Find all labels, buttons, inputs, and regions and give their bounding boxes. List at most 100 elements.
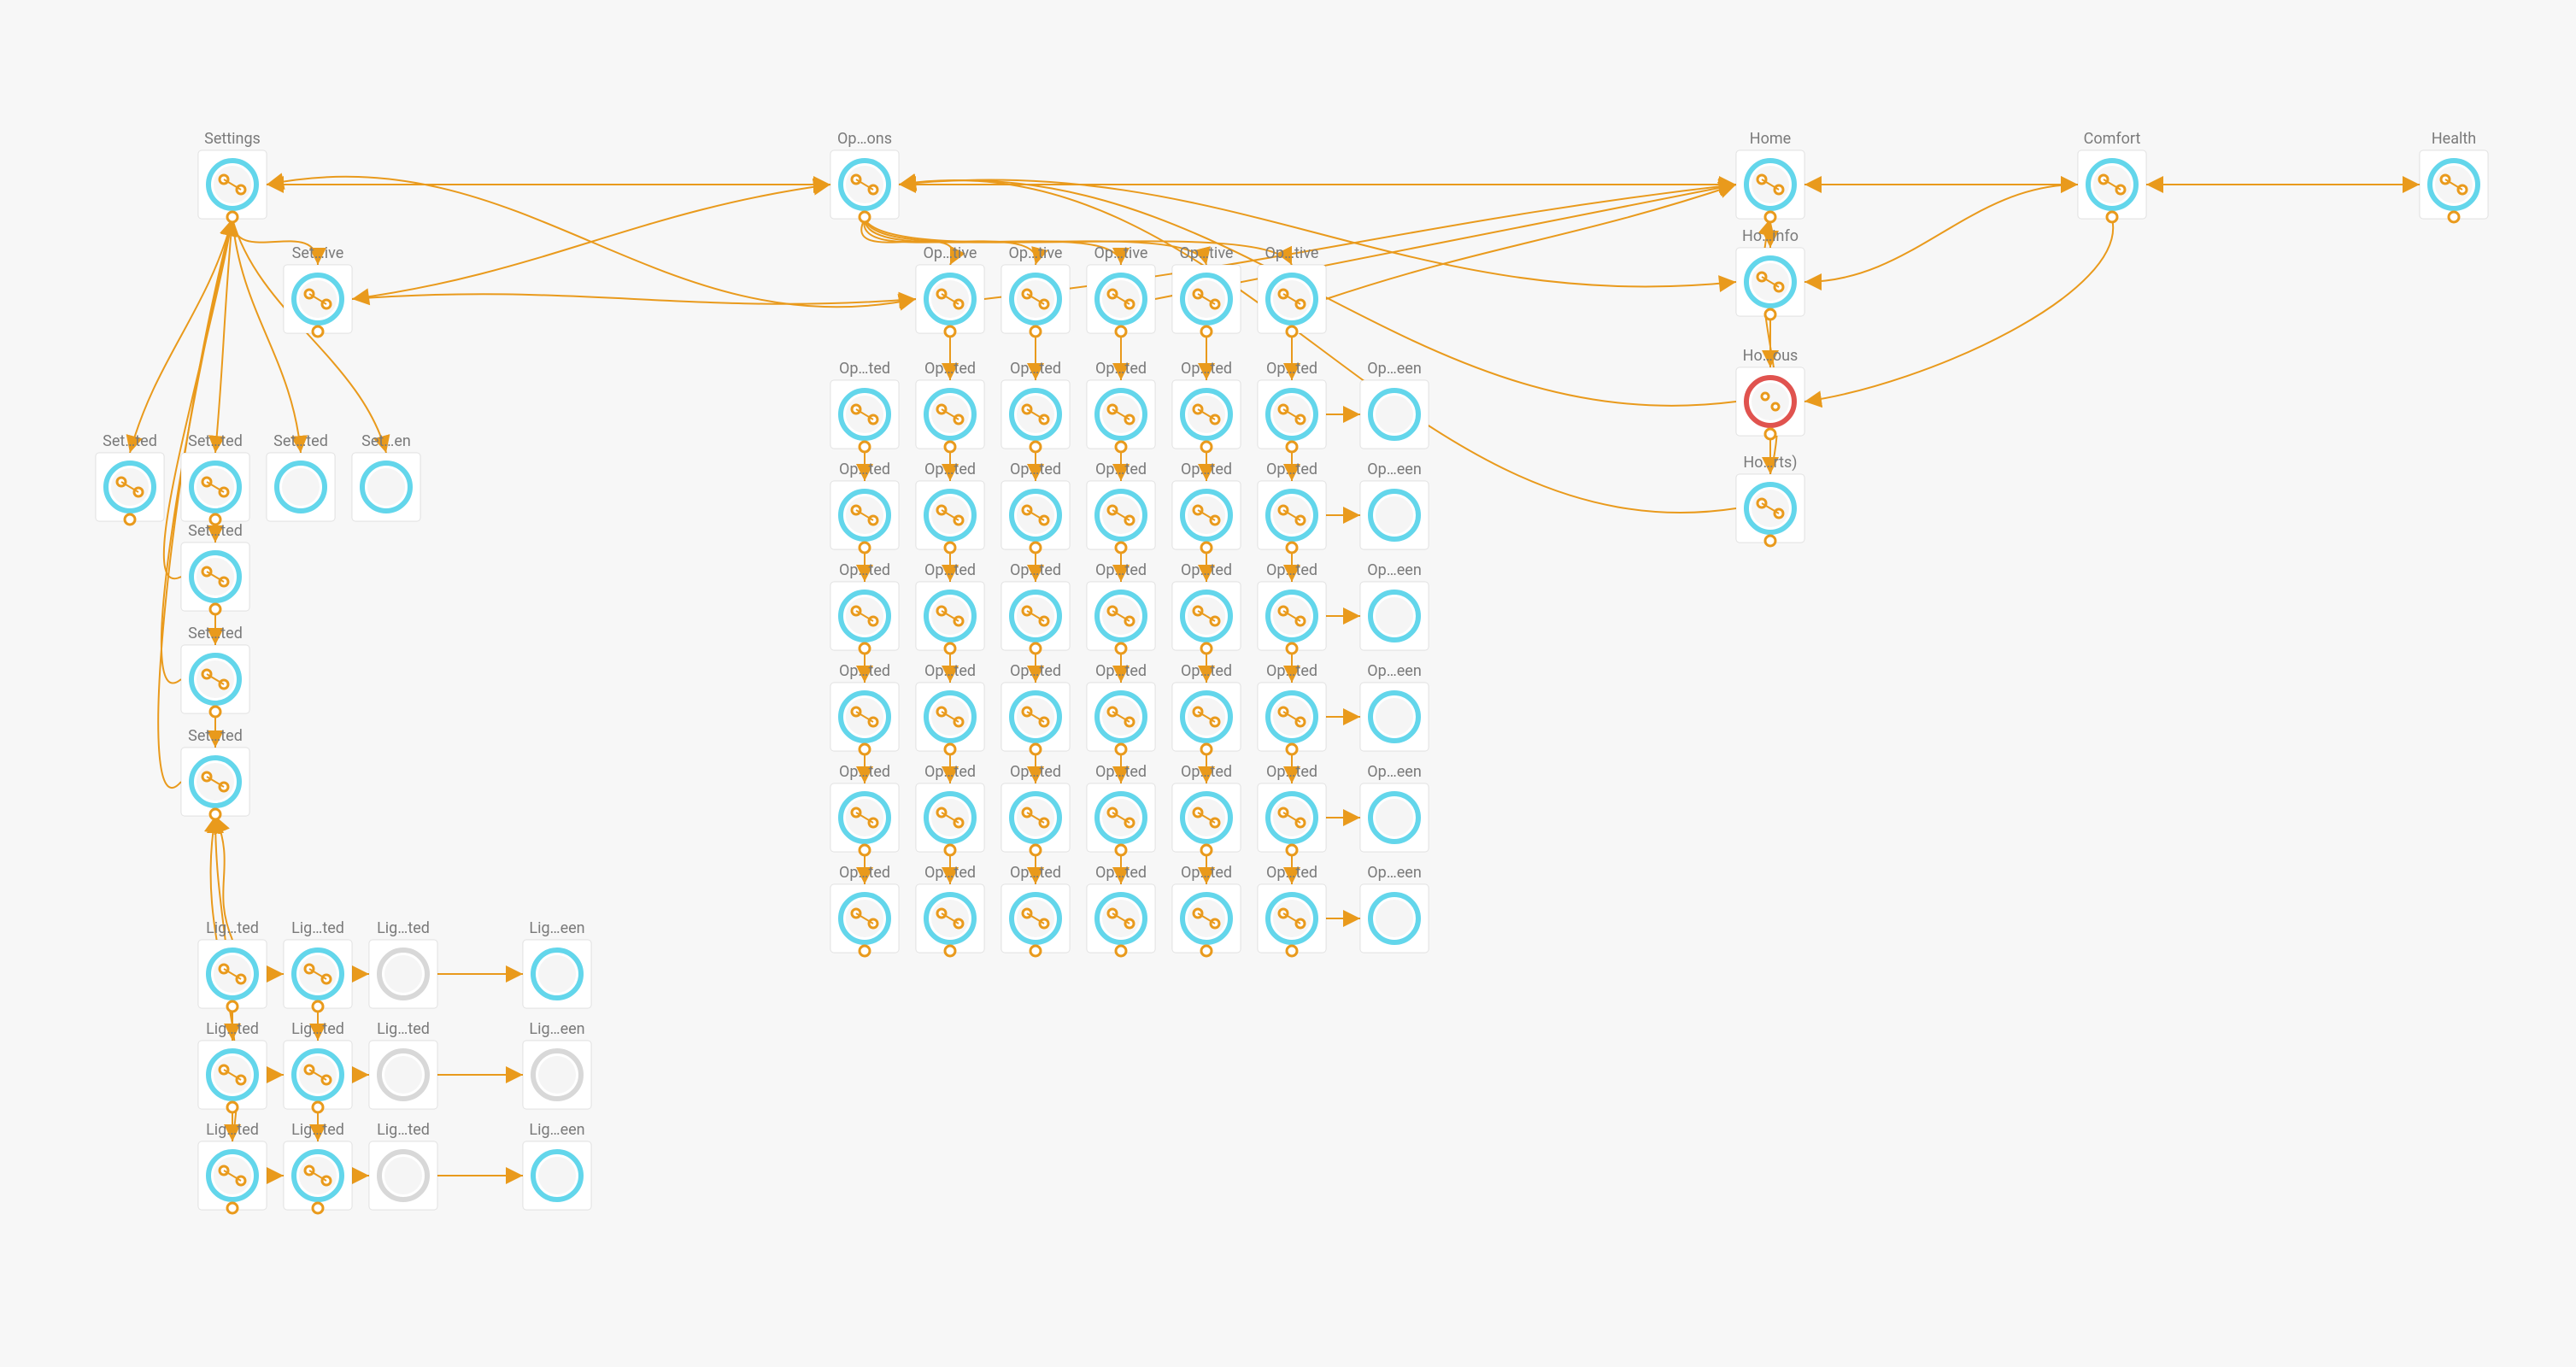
link-handle[interactable] — [860, 543, 870, 553]
link-handle[interactable] — [1201, 744, 1212, 754]
node-op_4_4[interactable]: Op…ted — [1172, 763, 1241, 855]
link-handle[interactable] — [1287, 744, 1297, 754]
node-op_5_4[interactable]: Op…ted — [1172, 864, 1241, 956]
node-op_0_4[interactable]: Op…ted — [1172, 360, 1241, 452]
node-lig_1_0[interactable]: Lig…ted — [198, 1020, 267, 1112]
node-op_1_1[interactable]: Op…ted — [916, 461, 984, 553]
link-handle[interactable] — [2107, 212, 2117, 222]
node-op_g_4[interactable]: Op…een — [1360, 763, 1429, 852]
node-op_top_3[interactable]: Op…tive — [1172, 244, 1241, 337]
node-set_ted_r4[interactable]: Set…ted — [181, 727, 249, 819]
link-handle[interactable] — [227, 1102, 238, 1112]
node-lig_2_1[interactable]: Lig…ted — [284, 1121, 352, 1213]
link-handle[interactable] — [313, 326, 323, 337]
edge[interactable] — [1804, 219, 2113, 402]
node-lig_g_1[interactable]: Lig…een — [523, 1020, 591, 1109]
link-handle[interactable] — [945, 643, 955, 654]
node-op_top_1[interactable]: Op…tive — [1001, 244, 1070, 337]
node-op_g_1[interactable]: Op…een — [1360, 461, 1429, 549]
node-home[interactable]: Home — [1736, 130, 1804, 222]
link-handle[interactable] — [1765, 212, 1775, 222]
link-handle[interactable] — [210, 707, 220, 717]
node-op_1_2[interactable]: Op…ted — [1001, 461, 1070, 553]
node-set_ted_a[interactable]: Set…ted — [96, 432, 164, 525]
node-lig_1_1[interactable]: Lig…ted — [284, 1020, 352, 1112]
node-op_0_5[interactable]: Op…ted — [1258, 360, 1326, 452]
node-op_g_3[interactable]: Op…een — [1360, 662, 1429, 751]
link-handle[interactable] — [1765, 536, 1775, 546]
node-op_0_3[interactable]: Op…ted — [1087, 360, 1155, 452]
link-handle[interactable] — [1765, 309, 1775, 320]
node-op_top_2[interactable]: Op…tive — [1087, 244, 1155, 337]
link-handle[interactable] — [945, 543, 955, 553]
link-handle[interactable] — [227, 1203, 238, 1213]
link-handle[interactable] — [860, 643, 870, 654]
node-options[interactable]: Op…ons — [830, 130, 899, 222]
node-lig_g_2[interactable]: Lig…een — [523, 1121, 591, 1210]
link-handle[interactable] — [1116, 442, 1126, 452]
node-op_top_0[interactable]: Op…tive — [916, 244, 984, 337]
link-handle[interactable] — [860, 946, 870, 956]
link-handle[interactable] — [1030, 543, 1041, 553]
link-handle[interactable] — [210, 809, 220, 819]
node-op_g_2[interactable]: Op…een — [1360, 561, 1429, 650]
node-op_3_1[interactable]: Op…ted — [916, 662, 984, 754]
link-handle[interactable] — [1116, 946, 1126, 956]
node-op_2_1[interactable]: Op…ted — [916, 561, 984, 654]
link-handle[interactable] — [1116, 543, 1126, 553]
node-op_3_2[interactable]: Op…ted — [1001, 662, 1070, 754]
edge[interactable] — [1804, 185, 2078, 282]
link-handle[interactable] — [1287, 643, 1297, 654]
link-handle[interactable] — [1201, 845, 1212, 855]
link-handle[interactable] — [313, 1102, 323, 1112]
link-handle[interactable] — [1287, 326, 1297, 337]
link-handle[interactable] — [1287, 442, 1297, 452]
link-handle[interactable] — [1030, 845, 1041, 855]
link-handle[interactable] — [313, 1001, 323, 1012]
node-ho_ous[interactable]: Ho…ous — [1736, 347, 1804, 439]
link-handle[interactable] — [2449, 212, 2459, 222]
link-handle[interactable] — [945, 744, 955, 754]
node-set_ted_b[interactable]: Set…ted — [181, 432, 249, 525]
node-op_1_4[interactable]: Op…ted — [1172, 461, 1241, 553]
node-op_4_2[interactable]: Op…ted — [1001, 763, 1070, 855]
node-op_2_2[interactable]: Op…ted — [1001, 561, 1070, 654]
node-ho_info[interactable]: Ho…info — [1736, 227, 1804, 320]
node-op_1_3[interactable]: Op…ted — [1087, 461, 1155, 553]
node-lig_g_0[interactable]: Lig…een — [523, 919, 591, 1008]
link-handle[interactable] — [227, 212, 238, 222]
node-op_5_5[interactable]: Op…ted — [1258, 864, 1326, 956]
node-op_0_0[interactable]: Op…ted — [830, 360, 899, 452]
node-ho_rts[interactable]: Ho…rts) — [1736, 454, 1804, 546]
link-handle[interactable] — [1765, 429, 1775, 439]
node-op_4_1[interactable]: Op…ted — [916, 763, 984, 855]
node-op_3_3[interactable]: Op…ted — [1087, 662, 1155, 754]
link-handle[interactable] — [313, 1203, 323, 1213]
link-handle[interactable] — [945, 326, 955, 337]
node-op_1_0[interactable]: Op…ted — [830, 461, 899, 553]
link-handle[interactable] — [945, 845, 955, 855]
link-handle[interactable] — [1030, 946, 1041, 956]
link-handle[interactable] — [1030, 744, 1041, 754]
node-op_5_0[interactable]: Op…ted — [830, 864, 899, 956]
link-handle[interactable] — [1116, 643, 1126, 654]
node-lig_0_1[interactable]: Lig…ted — [284, 919, 352, 1012]
node-settings[interactable]: Settings — [198, 130, 267, 222]
edge[interactable] — [352, 294, 916, 304]
node-op_0_1[interactable]: Op…ted — [916, 360, 984, 452]
link-handle[interactable] — [1030, 643, 1041, 654]
link-handle[interactable] — [860, 442, 870, 452]
node-op_top_4[interactable]: Op…tive — [1258, 244, 1326, 337]
node-op_3_5[interactable]: Op…ted — [1258, 662, 1326, 754]
link-handle[interactable] — [227, 1001, 238, 1012]
node-op_2_5[interactable]: Op…ted — [1258, 561, 1326, 654]
link-handle[interactable] — [860, 845, 870, 855]
link-handle[interactable] — [945, 442, 955, 452]
link-handle[interactable] — [1030, 442, 1041, 452]
link-handle[interactable] — [1287, 946, 1297, 956]
link-handle[interactable] — [1116, 845, 1126, 855]
link-handle[interactable] — [1287, 543, 1297, 553]
edge[interactable] — [130, 219, 232, 453]
link-handle[interactable] — [1201, 442, 1212, 452]
node-set_een[interactable]: Set…en — [352, 432, 420, 521]
